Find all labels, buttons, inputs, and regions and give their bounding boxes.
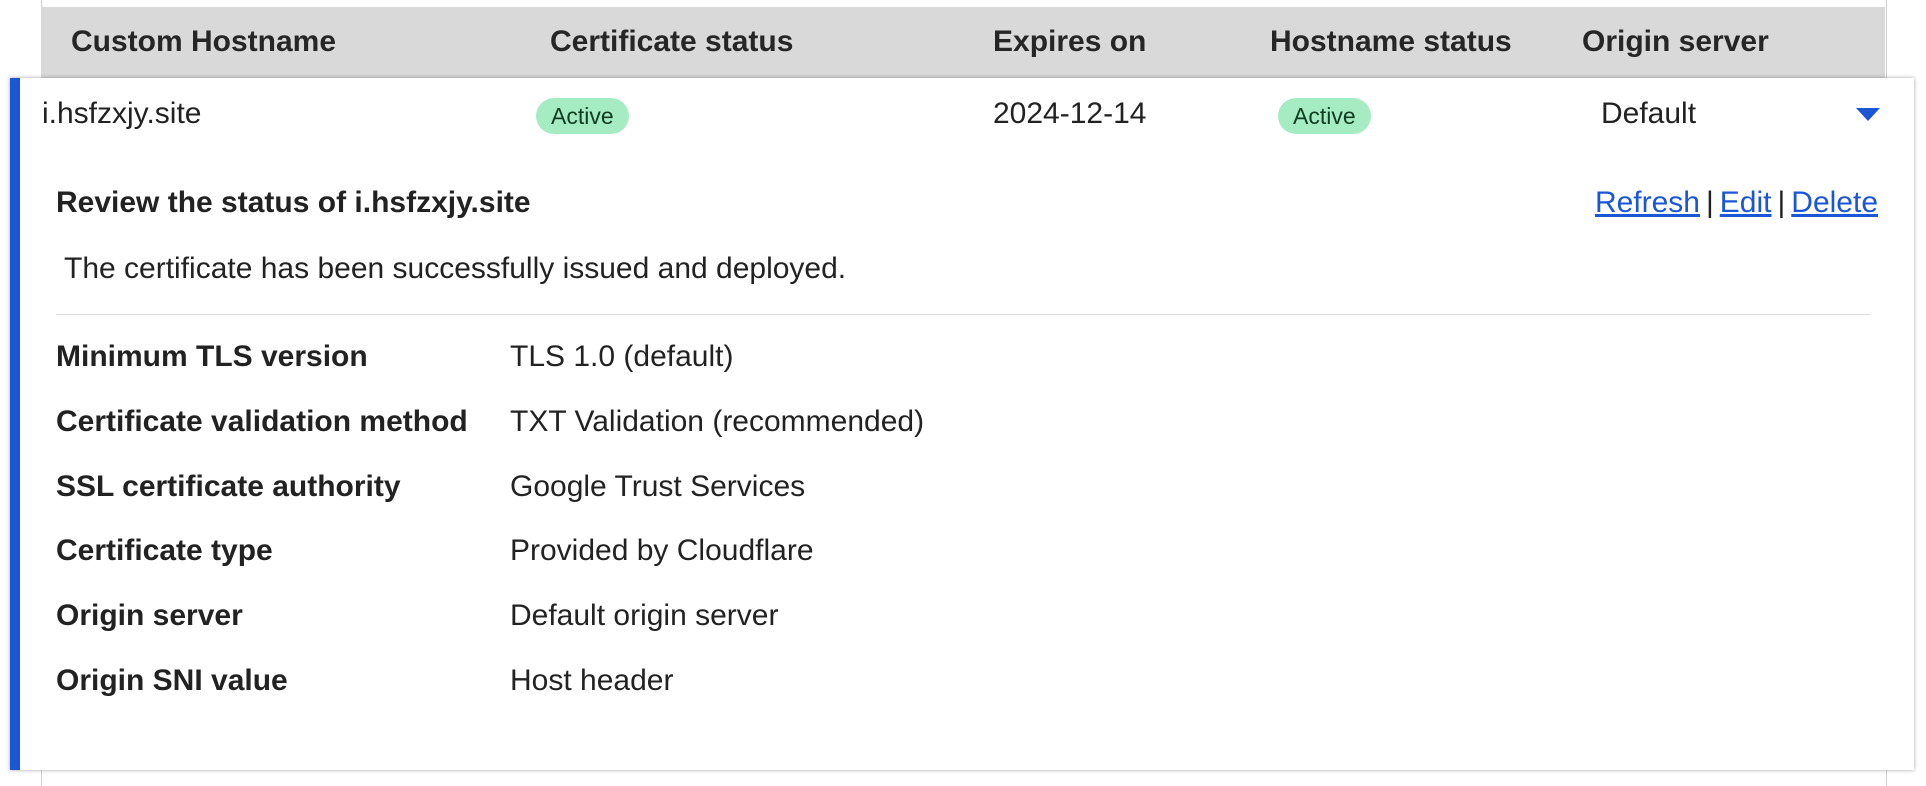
expanded-hostname-row: i.hsfzxjy.site Active 2024-12-14 Active … [10,78,1914,770]
expires-on-cell: 2024-12-14 [993,97,1147,130]
origin-server-cell: Default [1601,97,1697,130]
edit-link[interactable]: Edit [1720,186,1772,219]
origin-sni-value: Host header [510,664,674,697]
column-header-expires-on[interactable]: Expires on [993,7,1146,79]
ssl-authority-label: SSL certificate authority [56,470,401,503]
row-actions: Refresh | Edit | Delete [1595,186,1878,220]
review-status-title: Review the status of i.hsfzxjy.site [56,186,531,219]
divider [56,314,1870,315]
min-tls-version-value: TLS 1.0 (default) [510,340,734,373]
column-header-origin-server[interactable]: Origin server [1582,7,1769,79]
origin-server-label: Origin server [56,599,243,632]
certificate-type-value: Provided by Cloudflare [510,534,814,567]
certificate-status-badge: Active [536,98,629,134]
hostname-status-badge: Active [1278,98,1371,134]
column-header-hostname-status[interactable]: Hostname status [1270,7,1512,79]
ssl-authority-value: Google Trust Services [510,470,806,503]
collapse-caret-icon[interactable] [1856,108,1880,121]
origin-server-value: Default origin server [510,599,779,632]
min-tls-version-label: Minimum TLS version [56,340,368,373]
hostname-cell[interactable]: i.hsfzxjy.site [42,78,201,150]
delete-link[interactable]: Delete [1791,186,1878,219]
validation-method-value: TXT Validation (recommended) [510,405,925,438]
column-header-certificate-status[interactable]: Certificate status [550,7,793,79]
column-header-custom-hostname[interactable]: Custom Hostname [71,7,336,79]
table-header: Custom Hostname Certificate status Expir… [41,7,1885,79]
validation-method-label: Certificate validation method [56,405,468,438]
certificate-type-label: Certificate type [56,534,273,567]
action-separator: | [1777,186,1786,219]
certificate-status-message: The certificate has been successfully is… [64,252,847,285]
origin-sni-label: Origin SNI value [56,664,288,697]
refresh-link[interactable]: Refresh [1595,186,1700,219]
action-separator: | [1705,186,1714,219]
